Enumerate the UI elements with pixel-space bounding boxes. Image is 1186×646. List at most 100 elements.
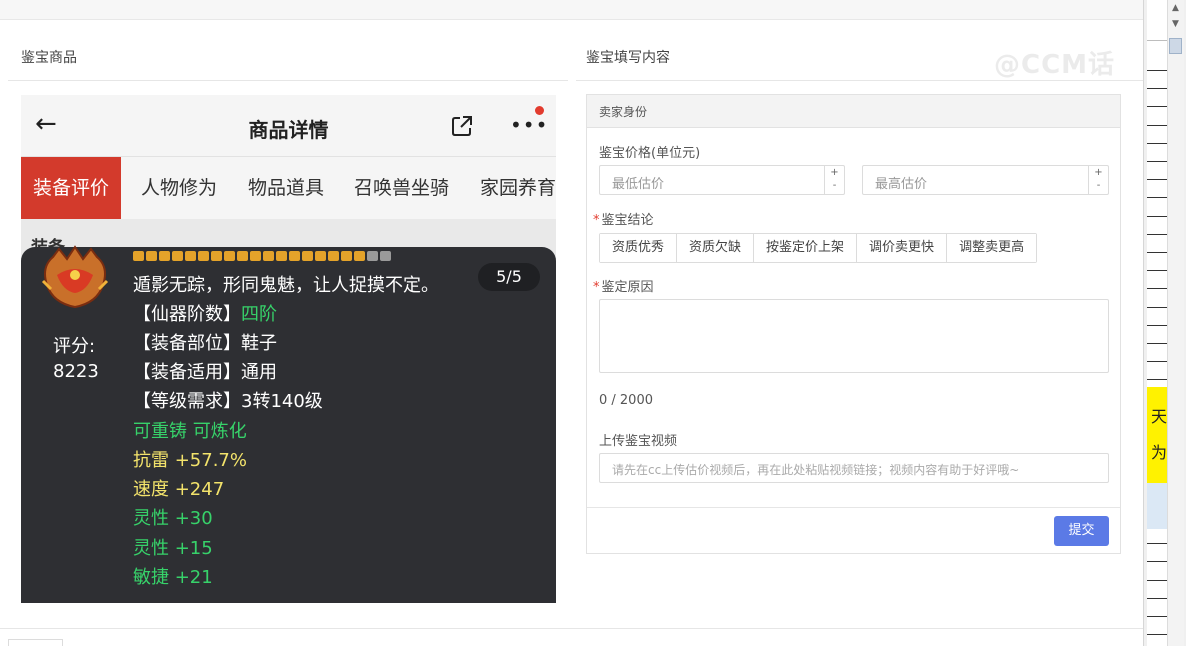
side-sheet [1147,56,1167,646]
sheet-row-line [1147,252,1167,253]
phone-title: 商品详情 [248,118,329,142]
conclusion-option[interactable]: 资质欠缺 [677,234,755,262]
sheet-row-line [1147,580,1167,581]
page: 鉴宝商品 鉴宝填写内容 @CCM话 ← 商品详情 ••• 装备评价 人物修为 物… [0,0,1186,646]
attr-value: 鞋子 [241,333,277,354]
side-sheet-divider [1147,40,1167,41]
score-label: 评分: [53,336,96,357]
side-sheet-cell: 为 [1151,443,1168,462]
tab-items: 物品道具 [248,177,325,199]
sheet-row-line [1147,125,1167,126]
star-icon [289,251,300,261]
star-icon [146,251,157,261]
max-price-stepper[interactable]: + - [1088,166,1108,194]
tab-equipment: 装备评价 [21,157,122,219]
star-icon [341,251,352,261]
increment-icon[interactable]: + [1089,166,1108,179]
conclusion-button-group: 资质优秀 资质欠缺 按鉴定价上架 调价卖更快 调整卖更高 [599,233,1038,263]
video-label: 上传鉴宝视频 [599,434,678,449]
notification-dot [535,106,544,115]
decrement-icon[interactable]: - [825,179,844,192]
bottom-button[interactable] [8,639,63,646]
star-icon [172,251,183,261]
scroll-down-icon[interactable]: ▼ [1167,16,1184,32]
sheet-row-line [1147,379,1167,380]
sheet-row-line [1147,234,1167,235]
min-price-placeholder: 最低估价 [612,177,665,192]
attr-value: 3转140级 [241,391,323,412]
sheet-row-line [1147,561,1167,562]
conclusion-option[interactable]: 资质优秀 [600,234,678,262]
stat-line: 灵性 +30 [133,508,213,529]
tab-home: 家园养育 [480,177,556,199]
side-sheet-highlight: 天 为 [1147,387,1167,483]
required-mark: * [593,213,600,228]
product-screenshot: ← 商品详情 ••• 装备评价 人物修为 物品道具 召唤兽坐骑 家园养育 装备 [21,95,556,603]
scroll-thumb[interactable] [1169,38,1182,54]
sheet-row-line [1147,361,1167,362]
reason-textarea[interactable] [599,299,1109,373]
stat-line: 灵性 +15 [133,538,213,559]
sheet-row-line [1147,325,1167,326]
attr-tier: 【仙器阶数】四阶 [133,300,277,326]
conclusion-label: * 鉴宝结论 [593,209,654,228]
more-icon: ••• [510,113,549,137]
item-description: 遁影无踪，形同鬼魅，让人捉摸不定。 [133,275,439,296]
attr-label: 【装备适用】 [133,362,241,383]
bottom-divider [0,628,1143,629]
star-icon [380,251,391,261]
star-icon [211,251,222,261]
reason-label: * 鉴定原因 [593,276,654,295]
attr-value: 通用 [241,362,277,383]
sheet-row-line [1147,343,1167,344]
stat-line: 抗雷 +57.7% [133,450,247,471]
side-sheet-selection [1147,483,1167,529]
left-section-title: 鉴宝商品 [21,50,77,66]
scrollbar[interactable] [1167,0,1184,646]
max-price-placeholder: 最高估价 [875,177,928,192]
attr-label: 【装备部位】 [133,333,241,354]
scroll-up-icon[interactable]: ▲ [1167,0,1184,16]
sheet-row-line [1147,307,1167,308]
refine-status: 可重铸 可炼化 [133,421,247,442]
left-divider [8,80,568,81]
max-price-input[interactable]: 最高估价 + - [862,165,1109,195]
stat-line: 敏捷 +21 [133,567,213,588]
attr-level: 【等级需求】3转140级 [133,387,323,413]
min-price-stepper[interactable]: + - [824,166,844,194]
reason-label-text: 鉴定原因 [601,280,654,295]
attr-usage: 【装备适用】通用 [133,358,277,384]
min-price-input[interactable]: 最低估价 + - [599,165,845,195]
score-value: 8223 [53,361,99,382]
sheet-row-line [1147,179,1167,180]
char-counter: 0 / 2000 [599,393,653,408]
watermark: @CCM话 [994,50,1116,80]
sheet-row-line [1147,598,1167,599]
phone-tabs: 装备评价 人物修为 物品道具 召唤兽坐骑 家园养育 [21,157,556,219]
sheet-row-line [1147,106,1167,107]
sheet-row-line [1147,288,1167,289]
increment-icon[interactable]: + [825,166,844,179]
star-icon [185,251,196,261]
sheet-row-line [1147,216,1167,217]
conclusion-option[interactable]: 调价卖更快 [857,234,948,262]
sheet-row-line [1147,161,1167,162]
sheet-row-line [1147,70,1167,71]
star-icon [276,251,287,261]
decrement-icon[interactable]: - [1089,179,1108,192]
video-link-input[interactable]: 请先在cc上传估价视频后，再在此处粘贴视频链接；视频内容有助于好评哦~ [599,453,1109,483]
stat-line: 速度 +247 [133,479,225,500]
conclusion-label-text: 鉴宝结论 [601,213,654,228]
submit-button[interactable]: 提交 [1054,516,1109,546]
conclusion-option[interactable]: 调整卖更高 [947,234,1037,262]
sheet-row-line [1147,270,1167,271]
phone-header: ← 商品详情 ••• [21,95,556,157]
sheet-row-line [1147,143,1167,144]
conclusion-option[interactable]: 按鉴定价上架 [754,234,858,262]
star-icon [367,251,378,261]
top-strip [0,0,1143,20]
star-icon [302,251,313,261]
star-icon [237,251,248,261]
appraisal-form: 卖家身份 鉴宝价格(单位元) 最低估价 + - 最高估价 + - * 鉴宝结论 资质优… [586,94,1121,554]
sheet-row-line [1147,543,1167,544]
